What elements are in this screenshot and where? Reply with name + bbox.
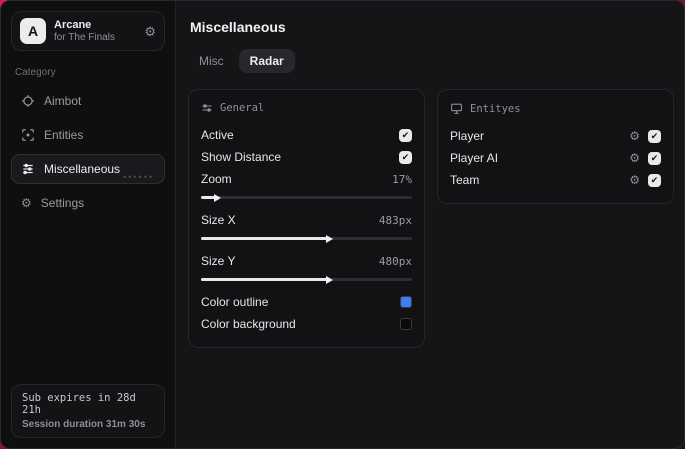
sidebar-item-label: Entities: [44, 128, 84, 142]
gear-icon: ⚙: [21, 196, 32, 210]
active-checkbox[interactable]: ✔: [399, 128, 412, 142]
zoom-slider[interactable]: [201, 193, 412, 202]
subscription-card: Sub expires in 28d 21h Session duration …: [11, 384, 165, 438]
setting-row-active: Active ✔: [201, 124, 412, 146]
player-ai-checkbox[interactable]: ✔: [648, 151, 661, 165]
general-card-header: General: [201, 102, 412, 114]
cards-container: General Active ✔ Show Distance ✔ Zoom 17…: [188, 89, 674, 348]
gear-icon[interactable]: ⚙: [629, 152, 640, 164]
sidebar: A Arcane for The Finals ⚙ Category Aimbo…: [1, 1, 176, 448]
sidebar-item-miscellaneous[interactable]: Miscellaneous ••••••: [11, 154, 165, 184]
session-duration-text: Session duration 31m 30s: [22, 419, 146, 430]
zoom-slider-thumb[interactable]: [213, 193, 221, 202]
crosshair-icon: [21, 94, 35, 108]
profile-gear-icon[interactable]: ⚙: [144, 25, 156, 38]
entities-card-header: Entityes: [450, 102, 661, 115]
scan-icon: [21, 128, 35, 142]
sidebar-item-entities[interactable]: Entities: [11, 120, 165, 150]
app-subtitle: for The Finals: [54, 31, 115, 43]
size-x-slider-thumb[interactable]: [325, 234, 333, 243]
entities-card-title: Entityes: [470, 102, 521, 115]
player-checkbox[interactable]: ✔: [648, 129, 661, 143]
monitor-icon: [450, 102, 463, 115]
tab-bar: Misc Radar: [188, 49, 674, 73]
page-title: Miscellaneous: [190, 19, 286, 35]
entity-label: Team: [450, 173, 480, 187]
setting-label: Size Y: [201, 254, 236, 268]
sub-expires-text: Sub expires in 28d 21h: [22, 392, 136, 416]
setting-row-size-y: Size Y 480px: [201, 250, 412, 272]
setting-row-show-distance: Show Distance ✔: [201, 146, 412, 168]
profile-card: A Arcane for The Finals ⚙: [11, 11, 165, 51]
setting-row-color-outline: Color outline: [201, 291, 412, 313]
sidebar-item-settings[interactable]: ⚙ Settings: [11, 188, 165, 218]
size-x-value: 483px: [378, 213, 412, 227]
entities-card: Entityes Player ⚙ ✔ Player AI ⚙ ✔ Team ⚙…: [437, 89, 674, 204]
app-window: A Arcane for The Finals ⚙ Category Aimbo…: [0, 0, 685, 449]
setting-label: Show Distance: [201, 150, 282, 164]
entity-row-player-ai: Player AI ⚙ ✔: [450, 147, 661, 169]
size-y-value: 480px: [378, 254, 412, 268]
general-card-title: General: [220, 102, 265, 114]
size-y-slider-fill: [201, 278, 328, 281]
setting-label: Color background: [201, 317, 296, 331]
size-y-slider-thumb[interactable]: [325, 275, 333, 284]
sidebar-item-aimbot[interactable]: Aimbot: [11, 86, 165, 116]
app-logo: A: [20, 18, 46, 44]
setting-label: Size X: [201, 213, 236, 227]
size-y-slider[interactable]: [201, 275, 412, 284]
setting-label: Active: [201, 128, 234, 142]
sliders-icon: [21, 162, 35, 176]
gear-icon[interactable]: ⚙: [629, 174, 640, 186]
setting-row-zoom: Zoom 17%: [201, 168, 412, 190]
tab-radar[interactable]: Radar: [238, 49, 295, 73]
gear-icon[interactable]: ⚙: [629, 130, 640, 142]
sliders-icon: [201, 102, 213, 114]
team-checkbox[interactable]: ✔: [648, 173, 661, 187]
main-panel: Miscellaneous Misc Radar General Active …: [176, 1, 684, 448]
sidebar-item-label: Settings: [40, 196, 85, 210]
color-background-swatch[interactable]: [400, 318, 412, 330]
sidebar-item-label: Miscellaneous: [44, 162, 121, 176]
tab-misc[interactable]: Misc: [188, 49, 235, 73]
setting-label: Zoom: [201, 172, 232, 186]
selected-item-dots: ••••••: [123, 172, 154, 182]
setting-label: Color outline: [201, 295, 269, 309]
profile-titles: Arcane for The Finals: [54, 19, 136, 43]
size-x-slider-fill: [201, 237, 328, 240]
setting-row-color-background: Color background: [201, 313, 412, 335]
general-card: General Active ✔ Show Distance ✔ Zoom 17…: [188, 89, 425, 348]
category-label: Category: [15, 67, 56, 78]
show-distance-checkbox[interactable]: ✔: [399, 150, 412, 164]
color-outline-swatch[interactable]: [400, 296, 412, 308]
size-x-slider[interactable]: [201, 234, 412, 243]
entity-label: Player AI: [450, 151, 499, 165]
entity-row-team: Team ⚙ ✔: [450, 169, 661, 191]
entity-row-player: Player ⚙ ✔: [450, 125, 661, 147]
entity-label: Player: [450, 129, 485, 143]
app-name: Arcane: [54, 18, 92, 31]
setting-row-size-x: Size X 483px: [201, 209, 412, 231]
zoom-value: 17%: [392, 172, 412, 186]
sidebar-item-label: Aimbot: [44, 94, 82, 108]
